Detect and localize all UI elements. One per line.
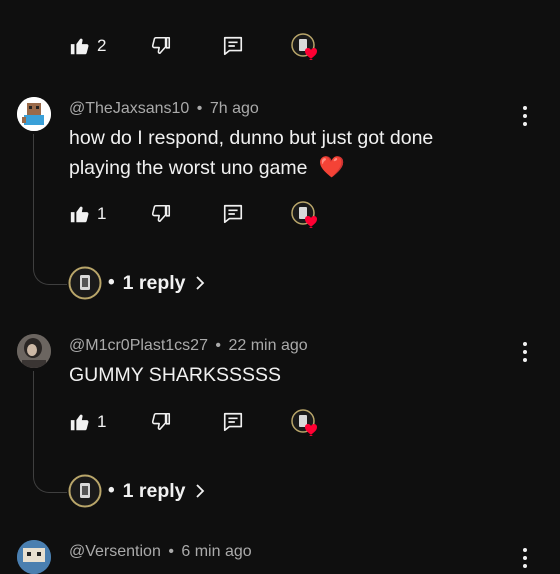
reply-icon	[223, 412, 243, 432]
comment-text: GUMMY SHARKSSSSS	[69, 361, 281, 390]
creator-heart	[291, 201, 321, 234]
thread-line	[33, 134, 67, 285]
comment-meta: @M1cr0Plast1cs27 • 22 min ago	[69, 337, 308, 355]
thumbs-up-icon	[70, 206, 89, 223]
comment-meta: @TheJaxsans10 • 7h ago	[69, 100, 259, 118]
view-replies-button[interactable]: • 1 reply	[68, 474, 206, 508]
avatar-image	[17, 334, 51, 368]
dislike-button[interactable]	[150, 203, 172, 230]
view-replies-button[interactable]: • 1 reply	[68, 266, 206, 300]
thumbs-up-icon	[70, 414, 89, 431]
more-button[interactable]	[522, 106, 528, 126]
avatar[interactable]	[17, 97, 51, 131]
chevron-right-icon	[195, 276, 204, 290]
more-button[interactable]	[522, 342, 528, 362]
comment-meta: @Versention • 6 min ago	[69, 543, 252, 561]
thumbs-down-icon	[151, 36, 171, 55]
meta-separator: •	[196, 100, 203, 117]
comment-handle[interactable]: @TheJaxsans10	[69, 100, 189, 117]
like-button[interactable]: 1	[69, 203, 106, 225]
comment-time: 7h ago	[209, 100, 259, 117]
meta-separator: •	[168, 543, 174, 560]
avatar-image	[17, 540, 51, 574]
thumbs-down-icon	[151, 204, 171, 223]
thumbs-up-icon	[70, 38, 89, 55]
reply-icon	[223, 204, 243, 224]
more-icon	[523, 548, 527, 552]
comment-time: 6 min ago	[181, 543, 252, 560]
dislike-button[interactable]	[150, 35, 172, 62]
creator-heart-icon	[291, 409, 317, 436]
reply-count-label: 1 reply	[122, 479, 186, 502]
creator-avatar-icon	[68, 266, 102, 300]
reply-dot: •	[108, 272, 115, 293]
like-count: 1	[97, 204, 107, 223]
reply-count-label: 1 reply	[122, 271, 186, 294]
heart-emoji: ❤️	[318, 155, 346, 179]
meta-separator: •	[215, 337, 222, 354]
comment-line: GUMMY SHARKSSSSS	[69, 364, 282, 386]
comment-line: how do I respond, dunno but just got don…	[69, 127, 434, 149]
comment-time: 22 min ago	[228, 337, 308, 354]
avatar[interactable]	[17, 334, 51, 368]
avatar[interactable]	[17, 540, 51, 574]
thumbs-down-icon	[151, 412, 171, 431]
like-count: 1	[97, 412, 107, 431]
comment-line: playing the worst uno game	[69, 157, 308, 179]
thread-line	[33, 371, 67, 493]
creator-avatar-icon	[68, 474, 102, 508]
chevron-right-icon	[195, 484, 204, 498]
avatar-image	[17, 97, 51, 131]
dislike-button[interactable]	[150, 411, 172, 438]
reply-dot: •	[108, 480, 115, 501]
reply-button[interactable]	[222, 203, 244, 230]
creator-heart-icon	[291, 201, 317, 228]
more-icon	[523, 342, 527, 346]
comment-text: how do I respond, dunno but just got don…	[69, 124, 433, 183]
creator-heart	[291, 33, 321, 66]
creator-heart	[291, 409, 321, 442]
comment-handle[interactable]: @Versention	[69, 543, 161, 560]
like-button[interactable]: 2	[69, 35, 106, 57]
like-count: 2	[97, 36, 107, 55]
like-button[interactable]: 1	[69, 411, 106, 433]
comment-handle[interactable]: @M1cr0Plast1cs27	[69, 337, 208, 354]
more-icon	[523, 106, 527, 110]
reply-icon	[223, 36, 243, 56]
creator-heart-icon	[291, 33, 317, 60]
more-button[interactable]	[522, 548, 528, 568]
reply-button[interactable]	[222, 411, 244, 438]
reply-button[interactable]	[222, 35, 244, 62]
